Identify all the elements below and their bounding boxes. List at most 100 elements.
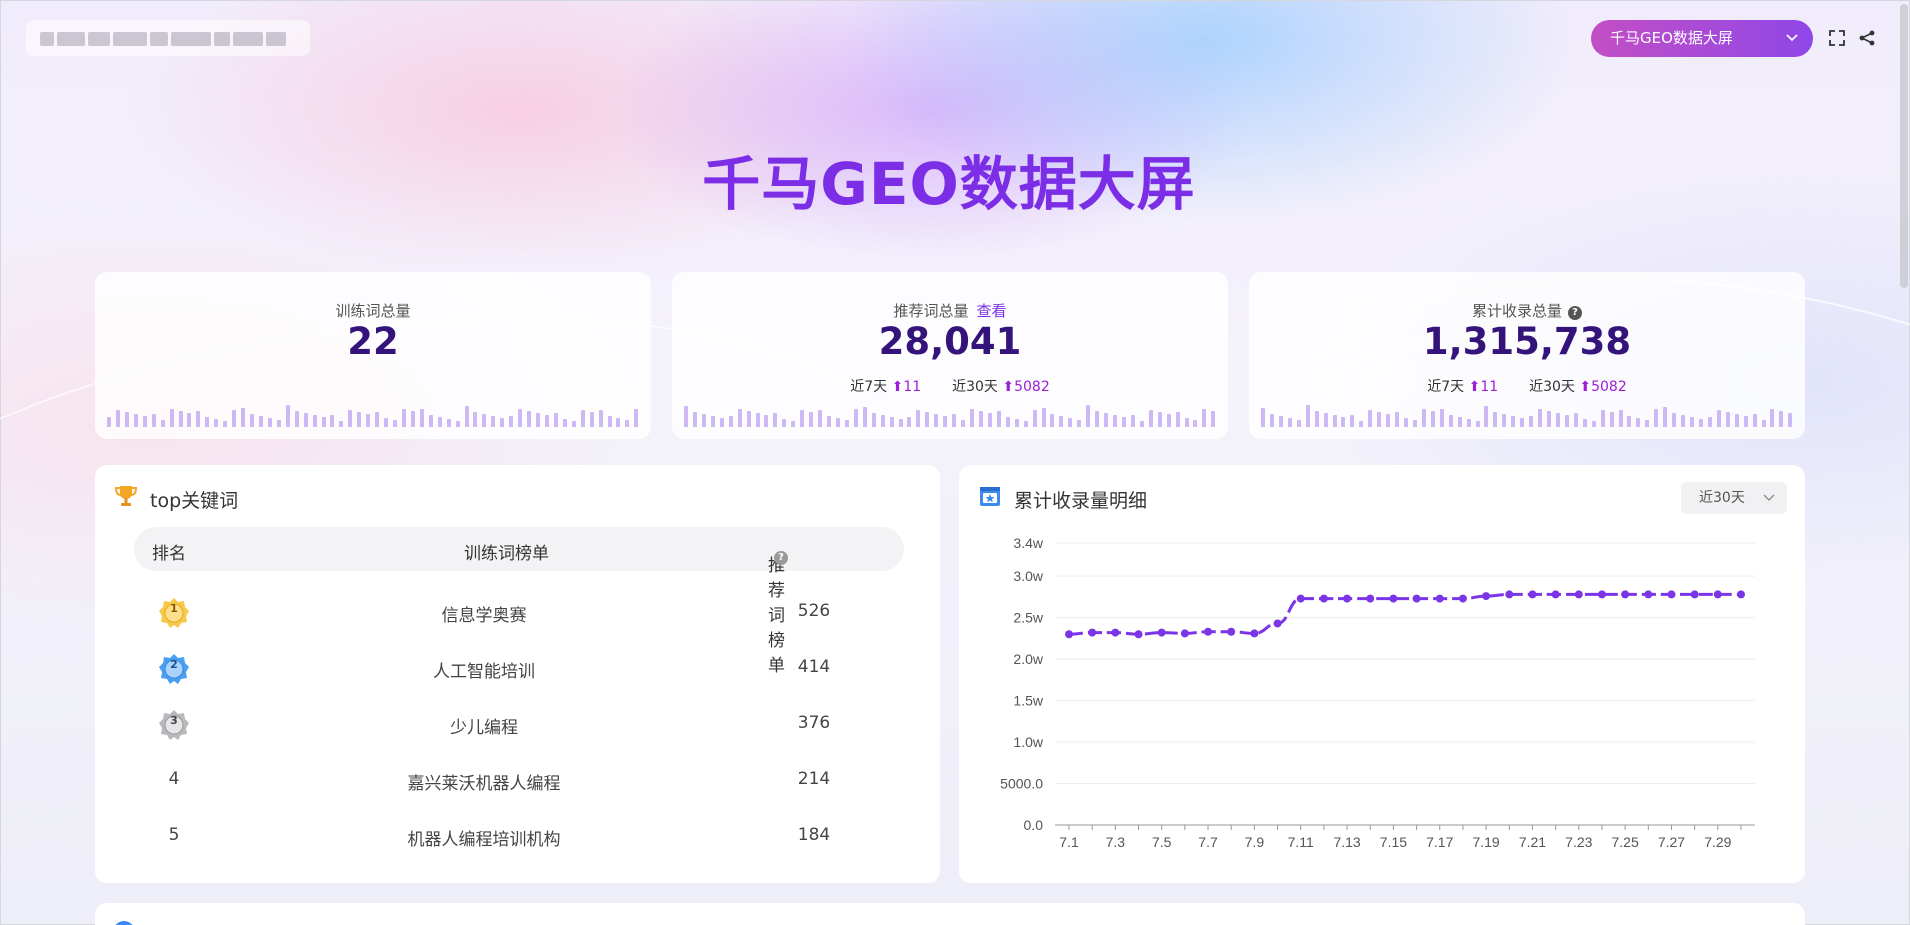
x-tick-label: 7.11 bbox=[1288, 834, 1314, 850]
keyword-count: 414 bbox=[797, 657, 831, 677]
x-tick-label: 7.13 bbox=[1333, 834, 1360, 850]
data-point bbox=[1458, 594, 1467, 603]
keyword-name: 信息学奥赛 bbox=[441, 606, 527, 626]
data-point bbox=[1227, 627, 1236, 636]
stat-card-training-words: 训练词总量 22 bbox=[95, 272, 651, 439]
stat-label: 推荐词总量 查看 bbox=[672, 300, 1228, 321]
data-point bbox=[1204, 627, 1213, 636]
data-point bbox=[1366, 594, 1375, 603]
rank-number: 4 bbox=[168, 769, 180, 789]
table-row[interactable]: 1 信息学奥赛 526 bbox=[134, 585, 904, 641]
y-tick-label: 3.4w bbox=[1013, 535, 1043, 551]
sparkline-bars bbox=[107, 405, 639, 427]
section-icon bbox=[113, 921, 135, 925]
scrollbar[interactable] bbox=[1900, 4, 1908, 288]
data-point bbox=[1667, 590, 1676, 599]
blurred-app-title bbox=[26, 20, 310, 56]
stat-card-total-indexed: 累计收录总量? 1,315,738 近7天 ⬆11 近30天 ⬆5082 bbox=[1249, 272, 1805, 439]
next-section-card bbox=[95, 903, 1805, 925]
keyword-count: 184 bbox=[797, 825, 831, 845]
data-point bbox=[1528, 590, 1537, 599]
data-point bbox=[1389, 594, 1398, 603]
y-tick-label: 2.0w bbox=[1013, 651, 1043, 667]
y-tick-label: 3.0w bbox=[1013, 568, 1043, 584]
help-icon[interactable]: ? bbox=[774, 551, 788, 565]
x-tick-label: 7.15 bbox=[1380, 834, 1407, 850]
table-row[interactable]: 5 机器人编程培训机构 184 bbox=[134, 809, 904, 865]
screen-select[interactable]: 千马GEO数据大屏 bbox=[1591, 20, 1813, 57]
data-point bbox=[1690, 590, 1699, 599]
trend-7d-value: 11 bbox=[1480, 379, 1499, 395]
x-tick-label: 7.5 bbox=[1152, 834, 1172, 850]
x-tick-label: 7.27 bbox=[1658, 834, 1685, 850]
arrow-up-icon: ⬆ bbox=[891, 379, 904, 395]
data-point bbox=[1111, 628, 1120, 637]
panel-title: top关键词 bbox=[150, 490, 239, 512]
data-point bbox=[1597, 590, 1606, 599]
data-point bbox=[1157, 628, 1166, 637]
keyword-name: 嘉兴莱沃机器人编程 bbox=[407, 774, 561, 794]
y-tick-label: 5000.0 bbox=[1000, 776, 1043, 792]
arrow-up-icon: ⬆ bbox=[1579, 379, 1592, 395]
trend-7d-label: 近7天 bbox=[850, 379, 888, 395]
data-point bbox=[1435, 594, 1444, 603]
x-tick-label: 7.21 bbox=[1519, 834, 1546, 850]
chevron-down-icon bbox=[1785, 20, 1799, 57]
stat-trend: 近7天 ⬆11 近30天 ⬆5082 bbox=[672, 376, 1228, 396]
x-tick-label: 7.17 bbox=[1426, 834, 1453, 850]
y-tick-label: 1.5w bbox=[1013, 693, 1043, 709]
stat-label-text: 累计收录总量 bbox=[1471, 302, 1562, 320]
trend-30d-label: 近30天 bbox=[952, 379, 998, 395]
screen-select-value: 千马GEO数据大屏 bbox=[1610, 29, 1733, 47]
help-icon[interactable]: ? bbox=[1568, 306, 1582, 320]
fullscreen-icon[interactable] bbox=[1827, 28, 1847, 48]
page-title: 千马GEO数据大屏 bbox=[702, 150, 1196, 218]
data-point bbox=[1180, 629, 1189, 638]
table-row[interactable]: 3 少儿编程 376 bbox=[134, 697, 904, 753]
rank-number: 5 bbox=[168, 825, 180, 845]
x-tick-label: 7.7 bbox=[1198, 834, 1218, 850]
stat-value: 22 bbox=[347, 320, 399, 363]
x-tick-label: 7.9 bbox=[1245, 834, 1265, 850]
sparkline-bars bbox=[684, 405, 1216, 427]
table-row[interactable]: 2 人工智能培训 414 bbox=[134, 641, 904, 697]
y-tick-label: 1.0w bbox=[1013, 734, 1043, 750]
trend-30d-value: 5082 bbox=[1591, 379, 1627, 395]
data-point bbox=[1088, 628, 1097, 637]
trend-30d-value: 5082 bbox=[1014, 379, 1050, 395]
view-link[interactable]: 查看 bbox=[977, 302, 1007, 320]
stat-label: 训练词总量 bbox=[95, 300, 651, 321]
keyword-name: 少儿编程 bbox=[450, 718, 518, 738]
y-tick-label: 2.5w bbox=[1013, 610, 1043, 626]
arrow-up-icon: ⬆ bbox=[1002, 379, 1015, 395]
data-point bbox=[1412, 594, 1421, 603]
data-point bbox=[1273, 619, 1282, 628]
trophy-icon bbox=[113, 483, 139, 509]
stat-label-text: 训练词总量 bbox=[335, 302, 411, 320]
x-tick-label: 7.25 bbox=[1612, 834, 1639, 850]
trend-7d-label: 近7天 bbox=[1427, 379, 1465, 395]
y-tick-label: 0.0 bbox=[1024, 817, 1044, 833]
rank-number: 2 bbox=[170, 658, 178, 671]
trend-30d-label: 近30天 bbox=[1529, 379, 1575, 395]
x-tick-label: 7.23 bbox=[1565, 834, 1592, 850]
data-point bbox=[1737, 590, 1745, 599]
indexed-detail-panel: 累计收录量明细 近30天 0.0 5000.0 1.0w 1.5w 2.0w 2.5w 3.… bbox=[959, 465, 1805, 883]
table-row[interactable]: 4 嘉兴莱沃机器人编程 214 bbox=[134, 753, 904, 809]
stat-trend: 近7天 ⬆11 近30天 ⬆5082 bbox=[1249, 376, 1805, 396]
keyword-count: 376 bbox=[797, 713, 831, 733]
data-point bbox=[1250, 629, 1259, 638]
data-point bbox=[1319, 594, 1328, 603]
table-header: 排名 训练词榜单 推荐词榜单? bbox=[134, 527, 904, 676]
keyword-name: 人工智能培训 bbox=[433, 662, 535, 682]
stat-card-recommended-words: 推荐词总量 查看 28,041 近7天 ⬆11 近30天 ⬆5082 bbox=[672, 272, 1228, 439]
data-point bbox=[1343, 594, 1352, 603]
sparkline-bars bbox=[1261, 405, 1793, 427]
arrow-up-icon: ⬆ bbox=[1468, 379, 1481, 395]
stat-value: 28,041 bbox=[878, 320, 1022, 363]
rank-number: 1 bbox=[170, 602, 178, 615]
data-point bbox=[1065, 630, 1073, 639]
share-icon[interactable] bbox=[1857, 28, 1877, 48]
keyword-count: 214 bbox=[797, 769, 831, 789]
stat-label-text: 推荐词总量 bbox=[893, 302, 969, 320]
